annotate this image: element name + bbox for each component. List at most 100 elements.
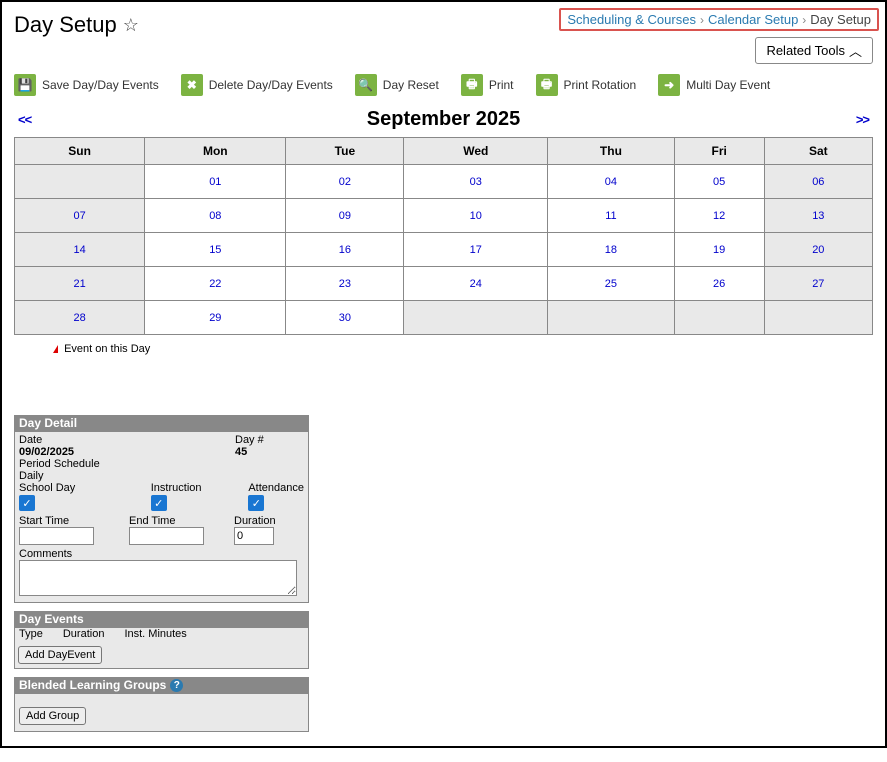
daynum-label: Day # <box>235 434 264 446</box>
prev-month-button[interactable]: << <box>18 112 31 127</box>
calendar-day[interactable]: 22 <box>145 267 286 301</box>
breadcrumb-scheduling[interactable]: Scheduling & Courses <box>567 12 696 27</box>
dow-sun: Sun <box>15 138 145 165</box>
print-rotation-button[interactable]: 🖶 Print Rotation <box>536 74 637 96</box>
rotation-label: Print Rotation <box>564 78 637 92</box>
comments-textarea[interactable] <box>19 560 297 596</box>
calendar-day[interactable]: 17 <box>404 233 548 267</box>
day-events-header: Day Events <box>14 611 309 627</box>
delete-icon: ✖ <box>181 74 203 96</box>
date-value: 09/02/2025 <box>19 446 235 458</box>
calendar-day[interactable]: 18 <box>548 233 675 267</box>
print-label: Print <box>489 78 514 92</box>
calendar-day[interactable]: 23 <box>286 267 404 301</box>
legend-text: Event on this Day <box>64 343 150 355</box>
schoolday-checkbox[interactable]: ✓ <box>19 495 35 511</box>
favorite-star-icon[interactable]: ☆ <box>123 15 139 36</box>
schoolday-label: School Day <box>19 482 151 494</box>
calendar-day[interactable]: 01 <box>145 165 286 199</box>
calendar-day[interactable]: 13 <box>764 199 872 233</box>
multi-label: Multi Day Event <box>686 78 770 92</box>
calendar-day[interactable]: 12 <box>674 199 764 233</box>
dayevents-col-duration: Duration <box>63 628 105 640</box>
start-time-label: Start Time <box>19 515 129 527</box>
period-schedule-value: Daily <box>19 470 100 482</box>
print-icon: 🖶 <box>461 74 483 96</box>
chevron-up-icon: ︿ <box>849 41 862 60</box>
calendar-day[interactable]: 06 <box>764 165 872 199</box>
event-marker-icon <box>53 345 58 353</box>
add-group-button[interactable]: Add Group <box>19 707 86 725</box>
calendar-empty-cell <box>764 301 872 335</box>
calendar-day[interactable]: 24 <box>404 267 548 301</box>
month-title: September 2025 <box>31 108 856 131</box>
calendar-empty-cell <box>674 301 764 335</box>
print-button[interactable]: 🖶 Print <box>461 74 514 96</box>
dow-sat: Sat <box>764 138 872 165</box>
plus-icon: ➜ <box>658 74 680 96</box>
duration-input[interactable] <box>234 527 274 545</box>
calendar-day[interactable]: 26 <box>674 267 764 301</box>
calendar-day[interactable]: 19 <box>674 233 764 267</box>
calendar-day[interactable]: 16 <box>286 233 404 267</box>
calendar-day[interactable]: 11 <box>548 199 675 233</box>
delete-label: Delete Day/Day Events <box>209 78 333 92</box>
dow-wed: Wed <box>404 138 548 165</box>
day-detail-header: Day Detail <box>14 415 309 431</box>
multi-day-event-button[interactable]: ➜ Multi Day Event <box>658 74 770 96</box>
related-tools-dropdown[interactable]: Related Tools ︿ <box>755 37 873 64</box>
end-time-label: End Time <box>129 515 234 527</box>
calendar-empty-cell <box>15 165 145 199</box>
calendar-grid: Sun Mon Tue Wed Thu Fri Sat 010203040506… <box>14 137 873 335</box>
breadcrumb: Scheduling & Courses › Calendar Setup › … <box>559 8 879 31</box>
calendar-day[interactable]: 05 <box>674 165 764 199</box>
attendance-label: Attendance <box>248 482 304 494</box>
save-button[interactable]: 💾 Save Day/Day Events <box>14 74 159 96</box>
attendance-checkbox[interactable]: ✓ <box>248 495 264 511</box>
calendar-day[interactable]: 29 <box>145 301 286 335</box>
reset-label: Day Reset <box>383 78 439 92</box>
duration-label: Duration <box>234 515 276 527</box>
delete-button[interactable]: ✖ Delete Day/Day Events <box>181 74 333 96</box>
comments-label: Comments <box>19 548 304 560</box>
print-icon: 🖶 <box>536 74 558 96</box>
calendar-empty-cell <box>404 301 548 335</box>
calendar-day[interactable]: 14 <box>15 233 145 267</box>
start-time-input[interactable] <box>19 527 94 545</box>
blg-header: Blended Learning Groups <box>19 678 166 692</box>
calendar-day[interactable]: 15 <box>145 233 286 267</box>
calendar-day[interactable]: 25 <box>548 267 675 301</box>
calendar-day[interactable]: 09 <box>286 199 404 233</box>
calendar-day[interactable]: 03 <box>404 165 548 199</box>
instruction-checkbox[interactable]: ✓ <box>151 495 167 511</box>
related-tools-label: Related Tools <box>766 43 845 58</box>
calendar-day[interactable]: 04 <box>548 165 675 199</box>
calendar-day[interactable]: 27 <box>764 267 872 301</box>
calendar-day[interactable]: 07 <box>15 199 145 233</box>
toolbar: 💾 Save Day/Day Events ✖ Delete Day/Day E… <box>8 70 879 100</box>
calendar-day[interactable]: 02 <box>286 165 404 199</box>
dow-fri: Fri <box>674 138 764 165</box>
calendar-day[interactable]: 20 <box>764 233 872 267</box>
legend: Event on this Day <box>8 343 879 355</box>
save-icon: 💾 <box>14 74 36 96</box>
period-schedule-label: Period Schedule <box>19 458 100 470</box>
save-label: Save Day/Day Events <box>42 78 159 92</box>
end-time-input[interactable] <box>129 527 204 545</box>
day-reset-button[interactable]: 🔍 Day Reset <box>355 74 439 96</box>
calendar-day[interactable]: 10 <box>404 199 548 233</box>
next-month-button[interactable]: >> <box>856 112 869 127</box>
dow-tue: Tue <box>286 138 404 165</box>
calendar-day[interactable]: 21 <box>15 267 145 301</box>
dow-thu: Thu <box>548 138 675 165</box>
breadcrumb-current: Day Setup <box>810 12 871 27</box>
dayevents-col-type: Type <box>19 628 43 640</box>
calendar-day[interactable]: 08 <box>145 199 286 233</box>
calendar-day[interactable]: 28 <box>15 301 145 335</box>
daynum-value: 45 <box>235 446 264 458</box>
add-dayevent-button[interactable]: Add DayEvent <box>18 646 102 664</box>
page-title: Day Setup <box>14 12 117 38</box>
calendar-day[interactable]: 30 <box>286 301 404 335</box>
breadcrumb-calendar-setup[interactable]: Calendar Setup <box>708 12 798 27</box>
help-icon[interactable]: ? <box>170 679 183 692</box>
